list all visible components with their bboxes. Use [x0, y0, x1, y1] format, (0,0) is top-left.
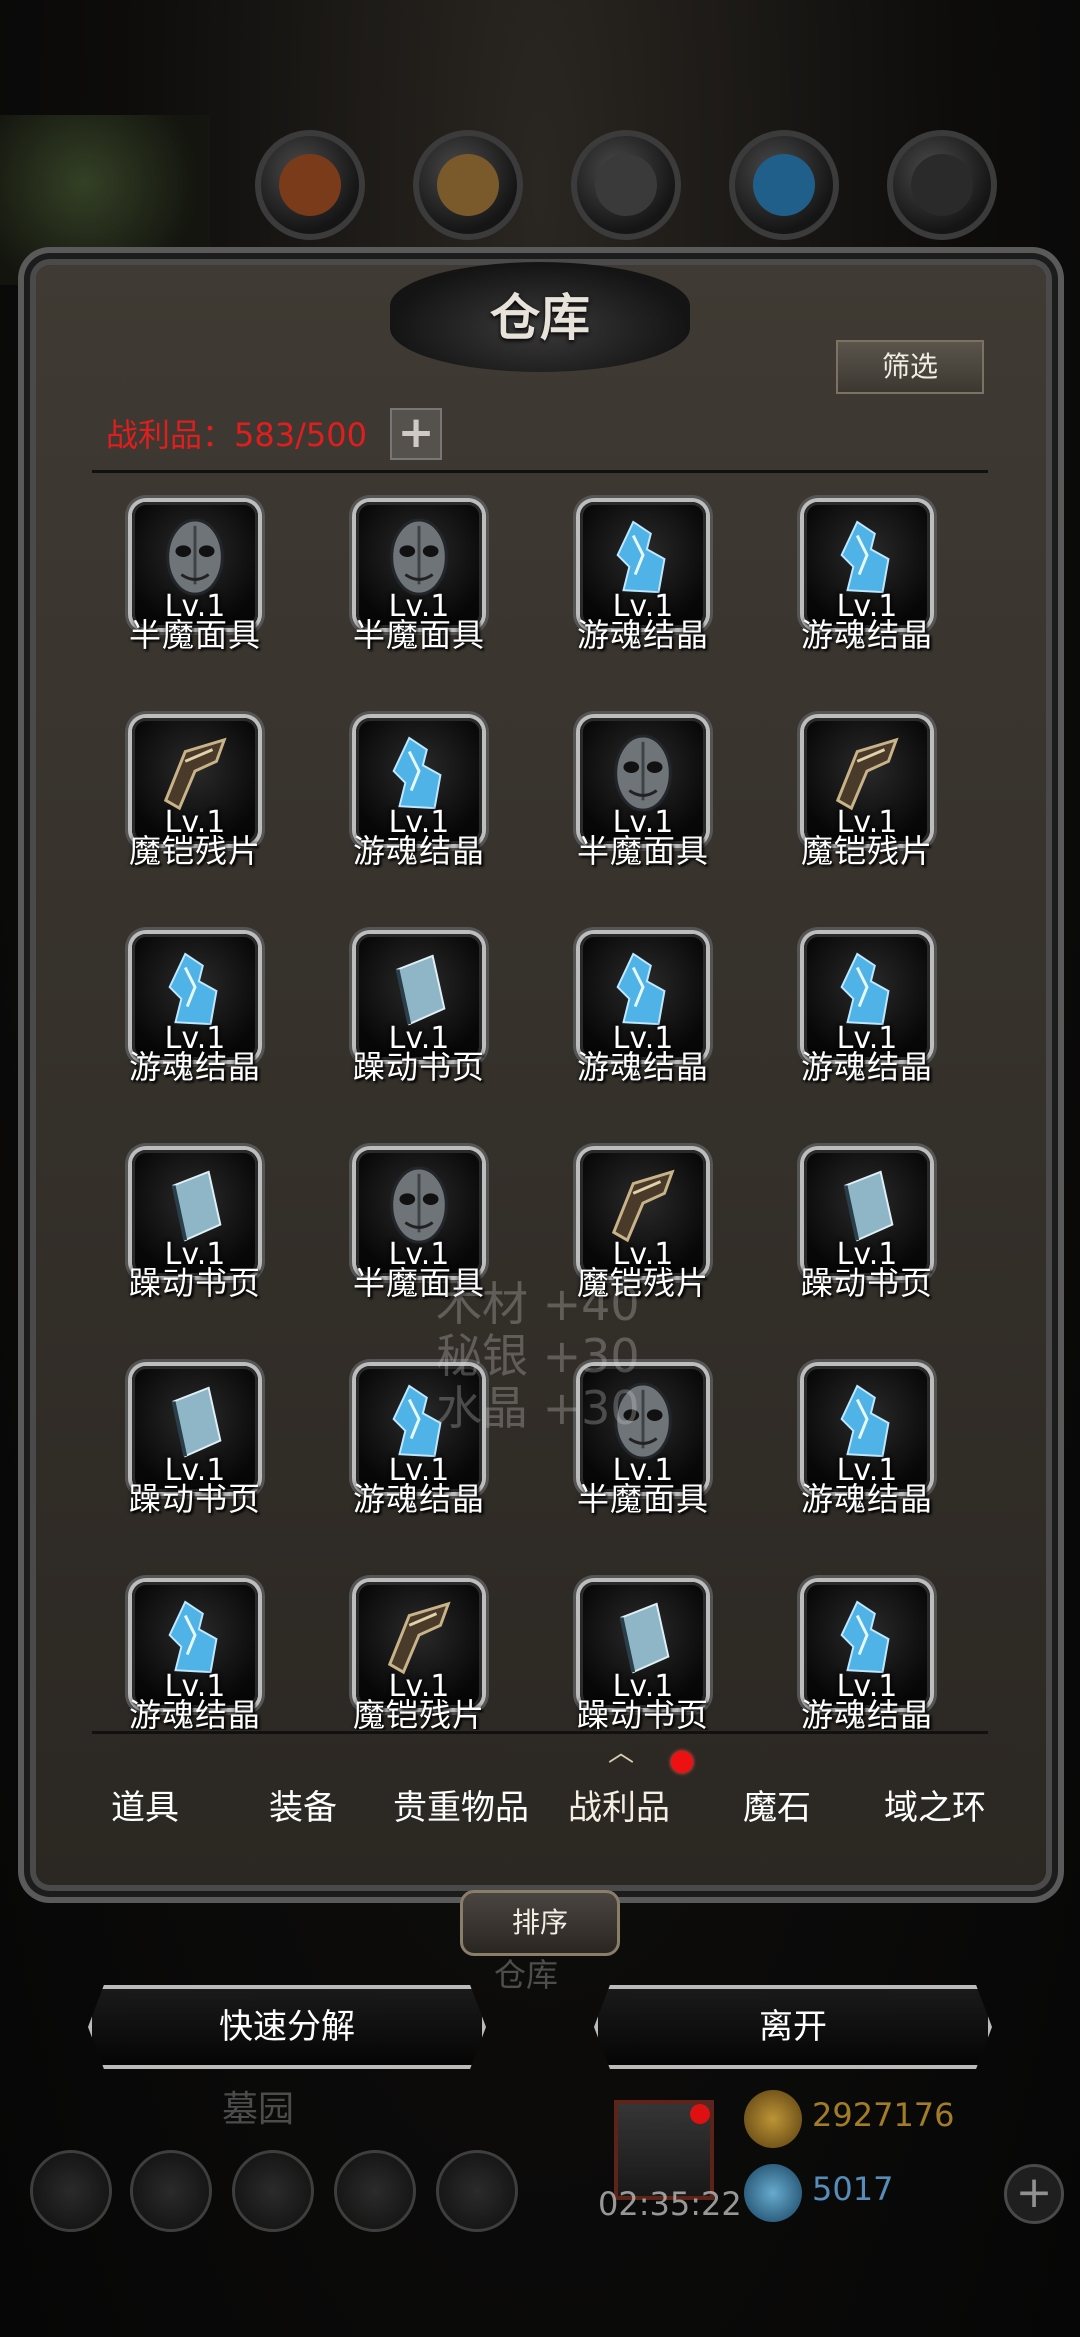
ghost-graveyard-label: 墓园: [222, 2089, 295, 2130]
divider: [92, 470, 988, 473]
hero-icon[interactable]: [130, 2150, 212, 2232]
item-cell[interactable]: Lv.1 游魂结晶: [540, 908, 764, 1124]
quick-decompose-button[interactable]: 快速分解: [88, 1985, 486, 2069]
divider: [92, 1731, 988, 1734]
castle-icon[interactable]: [232, 2150, 314, 2232]
item-cell[interactable]: Lv.1 魔铠残片: [316, 1556, 540, 1730]
item-name: 游魂结晶: [128, 1696, 261, 1730]
reward-float-crystal: 水晶 +30: [436, 1381, 640, 1435]
tab-5[interactable]: 域之环: [860, 1780, 1010, 1840]
add-gems-button[interactable]: +: [1004, 2164, 1064, 2224]
leave-button[interactable]: 离开: [594, 1985, 992, 2069]
meat-resource-icon[interactable]: [255, 130, 365, 240]
tab-4[interactable]: 魔石: [702, 1780, 852, 1840]
resource-bar: [240, 130, 1020, 260]
wood-resource-icon[interactable]: [413, 130, 523, 240]
item-cell[interactable]: Lv.1 游魂结晶: [92, 908, 316, 1124]
item-cell[interactable]: Lv.1 游魂结晶: [764, 476, 988, 692]
item-cell[interactable]: Lv.1 躁动书页: [316, 908, 540, 1124]
panel-title: 仓库: [490, 288, 590, 347]
item-cell[interactable]: Lv.1 魔铠残片: [92, 692, 316, 908]
tab-2[interactable]: 贵重物品: [386, 1780, 536, 1840]
item-name: 半魔面具: [576, 1480, 709, 1518]
category-tabs: 道具 装备 贵重物品 战利品 魔石 域之环: [70, 1780, 1010, 1840]
gem-amount: 5017: [812, 2170, 894, 2208]
gem-icon: [744, 2164, 802, 2222]
item-cell[interactable]: Lv.1 半魔面具: [540, 692, 764, 908]
gold-amount: 2927176: [812, 2096, 955, 2134]
mithril-resource-icon[interactable]: [887, 130, 997, 240]
item-cell[interactable]: Lv.1 游魂结晶: [764, 1556, 988, 1730]
item-name: 游魂结晶: [352, 1480, 485, 1518]
tab-1[interactable]: 装备: [228, 1780, 378, 1840]
crystal-resource-icon[interactable]: [729, 130, 839, 240]
item-cell[interactable]: Lv.1 游魂结晶: [92, 1556, 316, 1730]
settings-icon[interactable]: [30, 2150, 112, 2232]
item-name: 半魔面具: [576, 832, 709, 870]
filter-button[interactable]: 筛选: [836, 340, 984, 394]
item-name: 躁动书页: [128, 1264, 261, 1302]
item-cell[interactable]: Lv.1 游魂结晶: [764, 1340, 988, 1556]
expand-capacity-button[interactable]: +: [390, 408, 442, 460]
bottom-hud: [0, 2140, 1080, 2337]
item-cell[interactable]: Lv.1 躁动书页: [92, 1340, 316, 1556]
item-name: 躁动书页: [800, 1264, 933, 1302]
quest-icon[interactable]: [334, 2150, 416, 2232]
tab-notification-dot: [671, 1751, 693, 1773]
item-name: 游魂结晶: [800, 1480, 933, 1518]
tab-3[interactable]: 战利品: [544, 1780, 694, 1840]
loot-count-label: 战利品：583/500: [106, 416, 367, 454]
item-name: 游魂结晶: [800, 1696, 933, 1730]
item-name: 游魂结晶: [576, 1048, 709, 1086]
shop-icon[interactable]: [436, 2150, 518, 2232]
item-cell[interactable]: Lv.1 躁动书页: [540, 1556, 764, 1730]
item-name: 游魂结晶: [352, 832, 485, 870]
gift-timer: 02:35:22: [598, 2185, 742, 2223]
item-cell[interactable]: Lv.1 躁动书页: [764, 1124, 988, 1340]
item-cell[interactable]: Lv.1 游魂结晶: [316, 692, 540, 908]
sort-button[interactable]: 排序: [460, 1890, 620, 1956]
item-name: 游魂结晶: [800, 616, 933, 654]
item-cell[interactable]: Lv.1 游魂结晶: [764, 908, 988, 1124]
active-tab-indicator-icon: ︿: [608, 1738, 635, 1768]
item-name: 半魔面具: [352, 616, 485, 654]
item-grid-viewport[interactable]: Lv.1 半魔面具 Lv.1 半魔面具 Lv.1 游魂结晶 Lv.1 游魂结晶 Lv.1 魔铠残片…: [92, 476, 988, 1730]
item-name: 魔铠残片: [128, 832, 261, 870]
item-cell[interactable]: Lv.1 躁动书页: [92, 1124, 316, 1340]
gold-coin-icon: [744, 2090, 802, 2148]
gift-notification-dot: [690, 2104, 710, 2124]
item-name: 游魂结晶: [128, 1048, 261, 1086]
item-cell[interactable]: Lv.1 游魂结晶: [540, 476, 764, 692]
item-name: 魔铠残片: [800, 832, 933, 870]
ghost-warehouse-label: 仓库: [494, 1956, 559, 1994]
item-cell[interactable]: Lv.1 半魔面具: [316, 476, 540, 692]
item-name: 躁动书页: [352, 1048, 485, 1086]
player-avatar[interactable]: [0, 115, 210, 285]
item-cell[interactable]: Lv.1 魔铠残片: [764, 692, 988, 908]
iron-resource-icon[interactable]: [571, 130, 681, 240]
item-name: 游魂结晶: [576, 616, 709, 654]
item-name: 游魂结晶: [800, 1048, 933, 1086]
tab-0[interactable]: 道具: [70, 1780, 220, 1840]
item-name: 躁动书页: [576, 1696, 709, 1730]
item-name: 半魔面具: [128, 616, 261, 654]
item-cell[interactable]: Lv.1 半魔面具: [92, 476, 316, 692]
item-grid: Lv.1 半魔面具 Lv.1 半魔面具 Lv.1 游魂结晶 Lv.1 游魂结晶 Lv.1 魔铠残片…: [92, 476, 988, 1730]
item-name: 魔铠残片: [352, 1696, 485, 1730]
item-name: 躁动书页: [128, 1480, 261, 1518]
